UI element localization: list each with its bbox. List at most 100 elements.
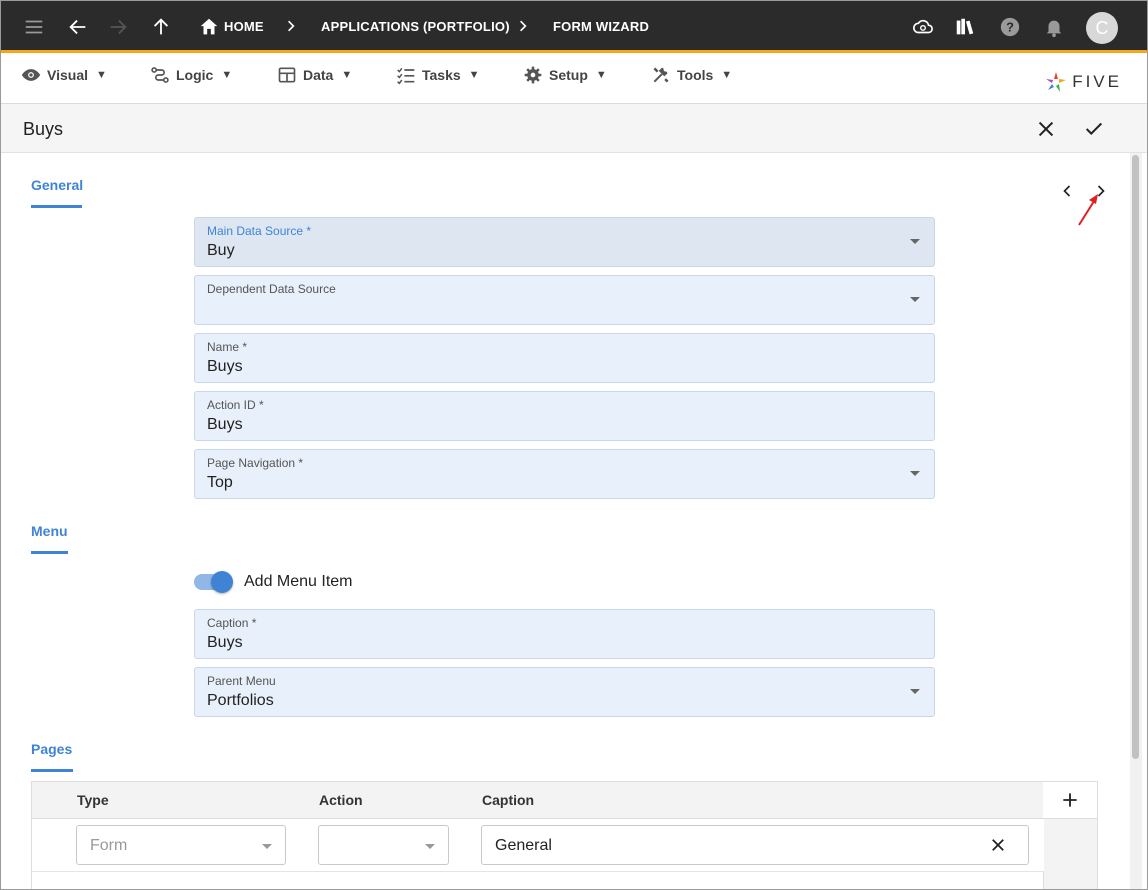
back-arrow-icon[interactable] bbox=[65, 14, 91, 40]
form-content: General Main Data Source * Buy Dependent… bbox=[0, 153, 1148, 890]
five-logo: FIVE bbox=[1044, 70, 1122, 94]
svg-text:?: ? bbox=[1006, 20, 1014, 35]
page-type-placeholder: Form bbox=[90, 837, 128, 854]
chevron-left-icon bbox=[1063, 185, 1071, 197]
caret-down-icon: ▼ bbox=[721, 69, 733, 81]
column-header-action[interactable]: Action bbox=[319, 792, 363, 808]
parent-menu-select[interactable]: Parent Menu Portfolios bbox=[194, 667, 935, 717]
section-general-underline bbox=[31, 205, 82, 208]
caption-value: Buys bbox=[207, 634, 243, 651]
section-menu-underline bbox=[31, 551, 68, 554]
caption-label: Caption * bbox=[207, 616, 257, 630]
section-pages-underline bbox=[31, 769, 73, 772]
scrollbar-thumb[interactable] bbox=[1132, 155, 1139, 759]
help-icon[interactable]: ? bbox=[997, 14, 1023, 40]
main-data-source-value: Buy bbox=[207, 242, 235, 259]
forward-arrow-icon[interactable] bbox=[105, 14, 131, 40]
action-id-value: Buys bbox=[207, 416, 243, 433]
cancel-button[interactable] bbox=[1033, 116, 1059, 142]
breadcrumb-applications[interactable]: APPLICATIONS (PORTFOLIO) bbox=[321, 19, 510, 34]
page-navigation-select[interactable]: Page Navigation * Top bbox=[194, 449, 935, 499]
user-avatar[interactable]: C bbox=[1086, 12, 1118, 44]
up-arrow-icon[interactable] bbox=[148, 14, 174, 40]
chevron-right-icon bbox=[516, 17, 530, 35]
column-header-type[interactable]: Type bbox=[77, 792, 109, 808]
page-navigation-value: Top bbox=[207, 474, 233, 491]
column-header-caption[interactable]: Caption bbox=[482, 792, 534, 808]
caret-down-icon: ▼ bbox=[468, 69, 480, 81]
caret-down-icon: ▼ bbox=[221, 69, 233, 81]
menu-data[interactable]: Data ▼ bbox=[277, 64, 352, 86]
logic-icon bbox=[151, 67, 169, 83]
pages-table-header: Type Action Caption bbox=[32, 782, 1044, 819]
chevron-right-icon bbox=[284, 17, 298, 35]
add-menu-item-toggle[interactable] bbox=[194, 571, 233, 593]
page-action-select[interactable] bbox=[318, 825, 449, 865]
library-books-icon[interactable] bbox=[952, 14, 978, 40]
five-logo-mark-icon bbox=[1046, 72, 1067, 92]
action-id-field[interactable]: Action ID * Buys bbox=[194, 391, 935, 441]
cloud-sync-icon[interactable] bbox=[910, 14, 936, 40]
dropdown-arrow-icon bbox=[910, 471, 920, 476]
annotation-arrow-icon bbox=[1078, 194, 1098, 226]
menu-tasks-label: Tasks bbox=[422, 67, 461, 83]
add-page-button[interactable] bbox=[1043, 782, 1097, 819]
name-value: Buys bbox=[207, 358, 243, 375]
tasks-icon bbox=[397, 67, 415, 85]
top-bar: HOME APPLICATIONS (PORTFOLIO) FORM WIZAR… bbox=[0, 0, 1148, 53]
table-icon bbox=[278, 67, 296, 83]
section-pages-label: Pages bbox=[31, 741, 73, 757]
caret-down-icon: ▼ bbox=[96, 69, 107, 81]
home-icon[interactable] bbox=[196, 14, 222, 40]
dropdown-arrow-icon bbox=[910, 297, 920, 302]
dependent-data-source-select[interactable]: Dependent Data Source bbox=[194, 275, 935, 325]
main-data-source-label: Main Data Source * bbox=[207, 224, 312, 238]
name-field[interactable]: Name * Buys bbox=[194, 333, 935, 383]
menu-logic[interactable]: Logic ▼ bbox=[150, 64, 232, 86]
page-caption-value: General bbox=[495, 837, 552, 854]
eye-icon bbox=[21, 69, 41, 81]
dropdown-arrow-icon bbox=[910, 689, 920, 694]
gear-icon bbox=[524, 66, 542, 84]
check-icon bbox=[1085, 122, 1103, 136]
add-menu-item-label: Add Menu Item bbox=[244, 573, 353, 590]
clear-caption-button[interactable] bbox=[988, 835, 1008, 855]
dropdown-arrow-icon bbox=[425, 844, 435, 849]
menu-visual-label: Visual bbox=[47, 67, 88, 83]
form-header: Buys bbox=[0, 104, 1148, 153]
parent-menu-value: Portfolios bbox=[207, 692, 274, 709]
plus-icon bbox=[1063, 793, 1077, 807]
breadcrumb-home[interactable]: HOME bbox=[224, 19, 264, 34]
parent-menu-label: Parent Menu bbox=[207, 674, 276, 688]
menu-tasks[interactable]: Tasks ▼ bbox=[396, 64, 480, 86]
page-navigation-label: Page Navigation * bbox=[207, 456, 304, 470]
menu-setup[interactable]: Setup ▼ bbox=[523, 64, 607, 86]
dropdown-arrow-icon bbox=[262, 844, 272, 849]
dropdown-arrow-icon bbox=[910, 239, 920, 244]
page-caption-input[interactable]: General bbox=[481, 825, 1029, 865]
vertical-scrollbar[interactable] bbox=[1130, 153, 1142, 890]
tools-icon bbox=[653, 67, 669, 83]
main-data-source-select[interactable]: Main Data Source * Buy bbox=[194, 217, 935, 267]
menu-data-label: Data bbox=[303, 67, 334, 83]
caret-down-icon: ▼ bbox=[341, 69, 353, 81]
name-label: Name * bbox=[207, 340, 248, 354]
action-id-label: Action ID * bbox=[207, 398, 264, 412]
breadcrumb-form-wizard: FORM WIZARD bbox=[553, 19, 650, 34]
save-button[interactable] bbox=[1081, 116, 1107, 142]
menu-visual[interactable]: Visual ▼ bbox=[21, 64, 107, 86]
menu-tools[interactable]: Tools ▼ bbox=[651, 64, 732, 86]
menu-bar: Visual ▼ Logic ▼ Data ▼ Tasks ▼ Setup ▼ … bbox=[0, 56, 1148, 104]
close-icon bbox=[1038, 121, 1054, 137]
caret-down-icon: ▼ bbox=[595, 69, 607, 81]
page-type-select[interactable]: Form bbox=[76, 825, 286, 865]
add-menu-item-row: Add Menu Item bbox=[194, 571, 353, 593]
caption-field[interactable]: Caption * Buys bbox=[194, 609, 935, 659]
menu-tools-label: Tools bbox=[677, 67, 714, 83]
notification-bell-icon[interactable] bbox=[1041, 14, 1067, 40]
section-general-label: General bbox=[31, 177, 84, 193]
menu-logic-label: Logic bbox=[176, 67, 214, 83]
hamburger-menu-icon[interactable] bbox=[21, 14, 47, 40]
table-row: Form General bbox=[32, 819, 1044, 872]
dependent-data-source-label: Dependent Data Source bbox=[207, 282, 336, 296]
